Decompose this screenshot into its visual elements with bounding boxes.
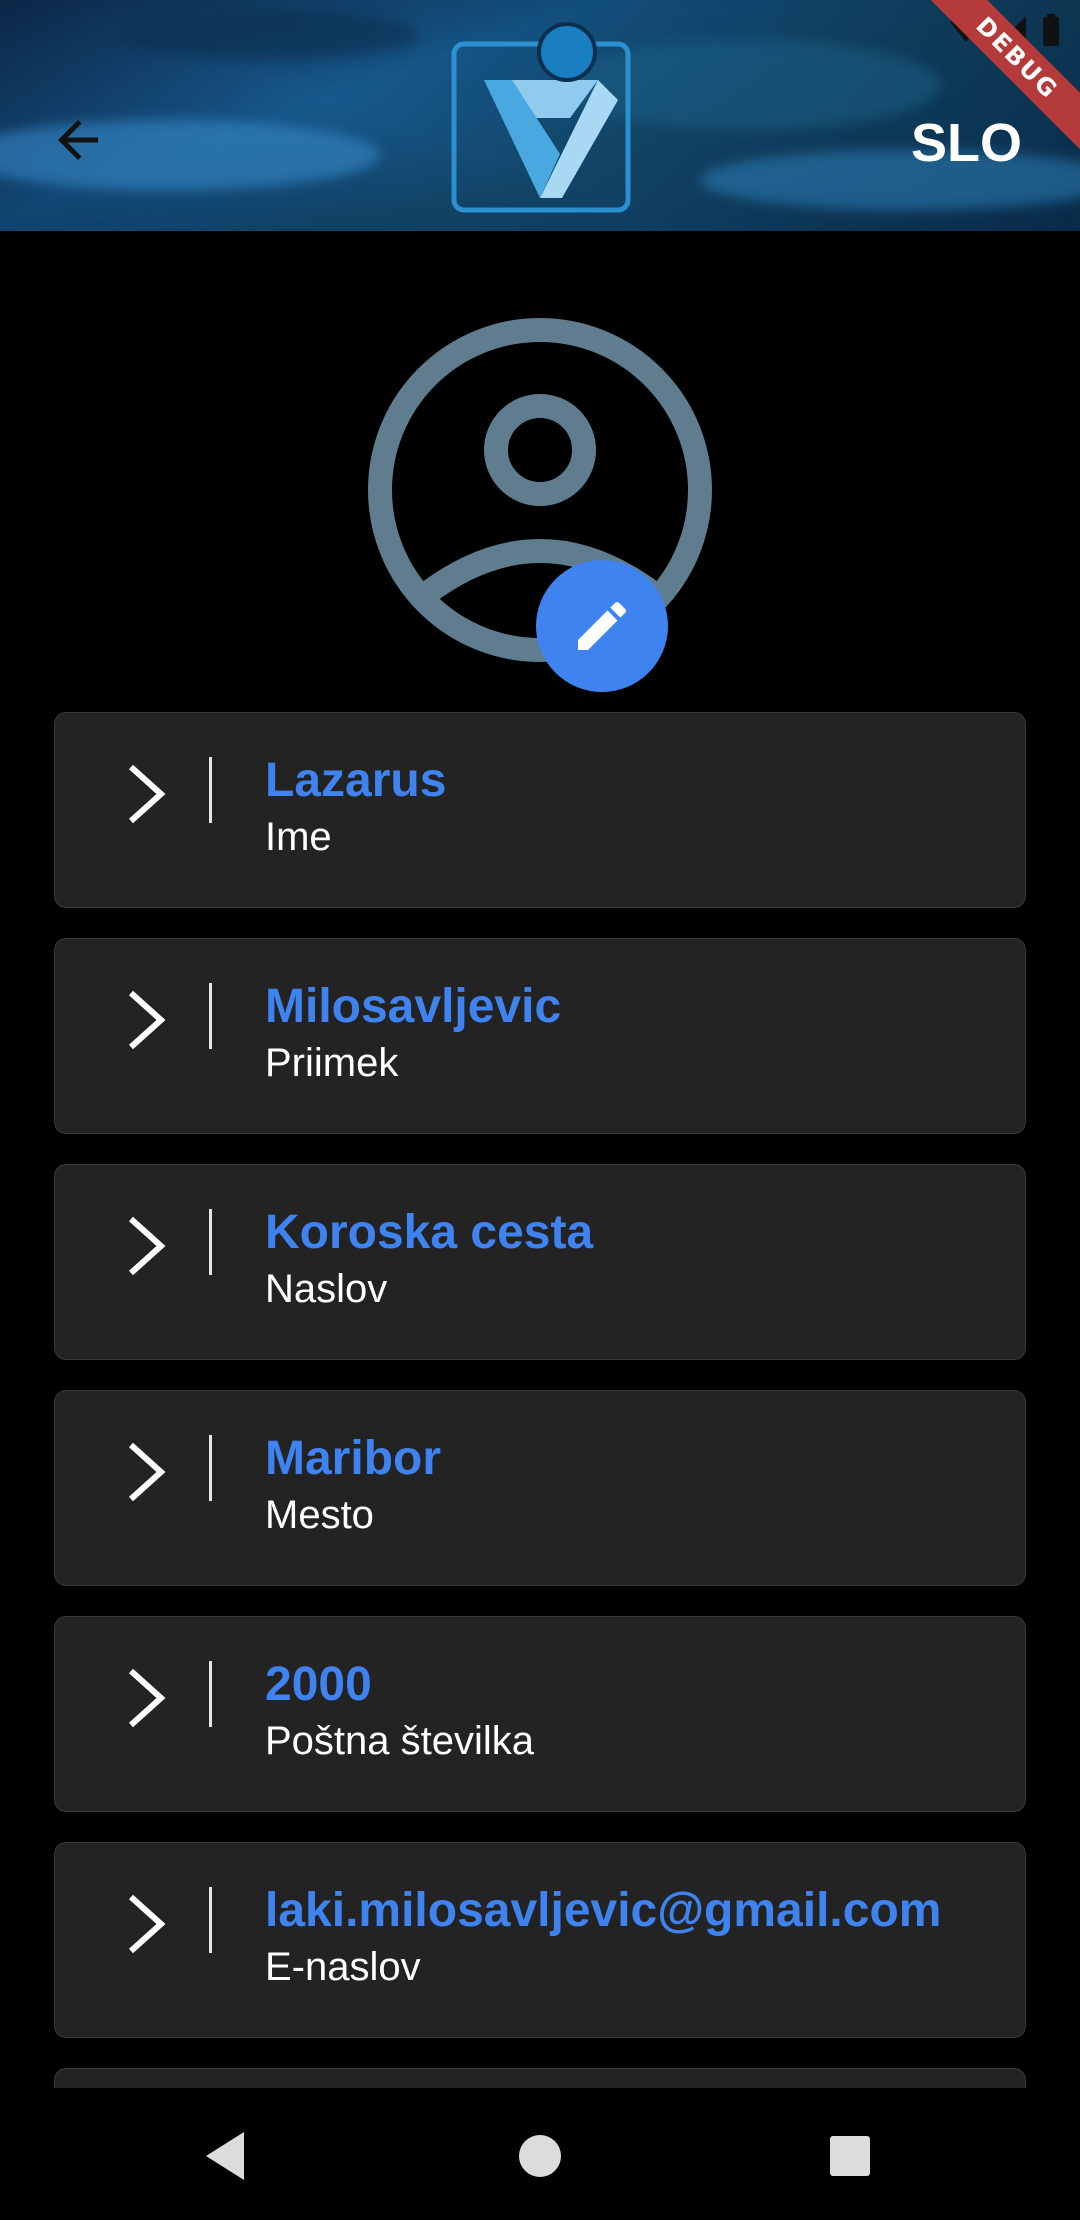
field-card-city[interactable]: Maribor Mesto [54, 1390, 1026, 1586]
field-label: Ime [265, 815, 332, 859]
profile-field-list: Lazarus Ime Milosavljevic Priimek Korosk… [54, 712, 1026, 2088]
card-divider [209, 983, 212, 1049]
field-card-email[interactable]: laki.milosavljevic@gmail.com E-naslov [54, 1842, 1026, 2038]
field-card-last-name[interactable]: Milosavljevic Priimek [54, 938, 1026, 1134]
nav-back-button[interactable] [196, 2126, 256, 2186]
field-value: Lazarus [265, 754, 447, 807]
chevron-right-icon [128, 1442, 166, 1502]
card-divider [209, 1209, 212, 1275]
circle-home-icon [519, 2135, 561, 2177]
field-value: Koroska cesta [265, 1206, 594, 1259]
card-divider [209, 757, 212, 823]
pencil-icon [578, 601, 627, 650]
field-value: Maribor [265, 1432, 442, 1485]
field-label: E-naslov [265, 1945, 421, 1989]
square-recents-icon [830, 2136, 870, 2176]
chevron-right-icon [128, 1668, 166, 1728]
edit-avatar-button[interactable] [536, 560, 668, 692]
field-label: Naslov [265, 1267, 388, 1311]
arrow-left-icon [58, 120, 98, 160]
back-button[interactable] [48, 110, 108, 170]
chevron-right-icon [128, 1216, 166, 1276]
v-badge-logo-icon [451, 22, 631, 213]
app-header: DEBUG SLO [0, 0, 1080, 231]
field-value: 2000 [265, 1658, 372, 1711]
field-card-first-name[interactable]: Lazarus Ime [54, 712, 1026, 908]
card-divider [209, 1661, 212, 1727]
field-label: Priimek [265, 1041, 399, 1085]
field-value: Milosavljevic [265, 980, 562, 1033]
field-label: Poštna številka [265, 1719, 535, 1763]
chevron-right-icon [128, 764, 166, 824]
nav-home-button[interactable] [510, 2126, 570, 2186]
language-button[interactable]: SLO [911, 112, 1022, 174]
field-card-postal-code[interactable]: 2000 Poštna številka [54, 1616, 1026, 1812]
field-card-partial[interactable] [54, 2068, 1026, 2088]
field-value: laki.milosavljevic@gmail.com [265, 1884, 942, 1937]
field-label: Mesto [265, 1493, 374, 1537]
system-nav-bar [0, 2088, 1080, 2220]
battery-icon [1043, 14, 1059, 46]
card-divider [209, 1887, 212, 1953]
card-divider [209, 1435, 212, 1501]
nav-recents-button[interactable] [820, 2126, 880, 2186]
field-card-address[interactable]: Koroska cesta Naslov [54, 1164, 1026, 1360]
triangle-back-icon [206, 2132, 244, 2180]
chevron-right-icon [128, 990, 166, 1050]
app-logo [450, 18, 632, 214]
chevron-right-icon [128, 1894, 166, 1954]
